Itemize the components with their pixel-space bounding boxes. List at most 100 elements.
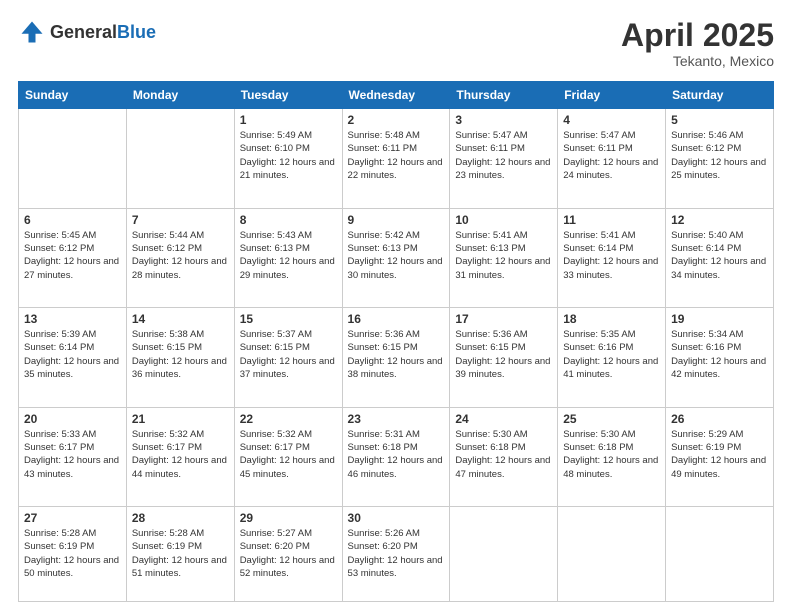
- calendar-location: Tekanto, Mexico: [621, 53, 774, 69]
- col-saturday: Saturday: [666, 82, 774, 109]
- day-info: Sunrise: 5:32 AMSunset: 6:17 PMDaylight:…: [240, 428, 337, 481]
- day-number: 16: [348, 312, 445, 326]
- day-info: Sunrise: 5:40 AMSunset: 6:14 PMDaylight:…: [671, 229, 768, 282]
- col-monday: Monday: [126, 82, 234, 109]
- calendar-cell: 3 Sunrise: 5:47 AMSunset: 6:11 PMDaylight…: [450, 109, 558, 208]
- calendar-cell: 5 Sunrise: 5:46 AMSunset: 6:12 PMDaylight…: [666, 109, 774, 208]
- day-number: 22: [240, 412, 337, 426]
- day-number: 2: [348, 113, 445, 127]
- col-sunday: Sunday: [19, 82, 127, 109]
- calendar-cell: 10 Sunrise: 5:41 AMSunset: 6:13 PMDayligh…: [450, 208, 558, 307]
- day-info: Sunrise: 5:48 AMSunset: 6:11 PMDaylight:…: [348, 129, 445, 182]
- title-block: April 2025 Tekanto, Mexico: [621, 18, 774, 69]
- day-number: 25: [563, 412, 660, 426]
- day-number: 1: [240, 113, 337, 127]
- day-info: Sunrise: 5:38 AMSunset: 6:15 PMDaylight:…: [132, 328, 229, 381]
- calendar-cell: 30 Sunrise: 5:26 AMSunset: 6:20 PMDayligh…: [342, 507, 450, 602]
- calendar-cell: 9Sunrise: 5:42 AMSunset: 6:13 PMDaylight…: [342, 208, 450, 307]
- day-number: 11: [563, 213, 660, 227]
- col-wednesday: Wednesday: [342, 82, 450, 109]
- day-number: 15: [240, 312, 337, 326]
- calendar-cell: 11 Sunrise: 5:41 AMSunset: 6:14 PMDayligh…: [558, 208, 666, 307]
- day-number: 30: [348, 511, 445, 525]
- day-info: Sunrise: 5:35 AMSunset: 6:16 PMDaylight:…: [563, 328, 660, 381]
- day-number: 9: [348, 213, 445, 227]
- calendar-cell: 21Sunrise: 5:32 AMSunset: 6:17 PMDayligh…: [126, 407, 234, 506]
- calendar-table: Sunday Monday Tuesday Wednesday Thursday…: [18, 81, 774, 602]
- calendar-cell: 20 Sunrise: 5:33 AMSunset: 6:17 PMDayligh…: [19, 407, 127, 506]
- day-number: 18: [563, 312, 660, 326]
- day-info: Sunrise: 5:27 AMSunset: 6:20 PMDaylight:…: [240, 527, 337, 580]
- calendar-cell: 15 Sunrise: 5:37 AMSunset: 6:15 PMDayligh…: [234, 308, 342, 407]
- day-number: 29: [240, 511, 337, 525]
- day-number: 6: [24, 213, 121, 227]
- calendar-cell: [558, 507, 666, 602]
- calendar-cell: 19Sunrise: 5:34 AMSunset: 6:16 PMDayligh…: [666, 308, 774, 407]
- day-number: 17: [455, 312, 552, 326]
- day-info: Sunrise: 5:46 AMSunset: 6:12 PMDaylight:…: [671, 129, 768, 182]
- day-info: Sunrise: 5:44 AMSunset: 6:12 PMDaylight:…: [132, 229, 229, 282]
- calendar-week-5: 27 Sunrise: 5:28 AMSunset: 6:19 PMDayligh…: [19, 507, 774, 602]
- calendar-title: April 2025: [621, 18, 774, 53]
- day-info: Sunrise: 5:33 AMSunset: 6:17 PMDaylight:…: [24, 428, 121, 481]
- calendar-cell: 24Sunrise: 5:30 AMSunset: 6:18 PMDayligh…: [450, 407, 558, 506]
- calendar-cell: 28Sunrise: 5:28 AMSunset: 6:19 PMDayligh…: [126, 507, 234, 602]
- day-info: Sunrise: 5:41 AMSunset: 6:14 PMDaylight:…: [563, 229, 660, 282]
- header-row: Sunday Monday Tuesday Wednesday Thursday…: [19, 82, 774, 109]
- day-info: Sunrise: 5:37 AMSunset: 6:15 PMDaylight:…: [240, 328, 337, 381]
- calendar-week-4: 20 Sunrise: 5:33 AMSunset: 6:17 PMDayligh…: [19, 407, 774, 506]
- day-info: Sunrise: 5:32 AMSunset: 6:17 PMDaylight:…: [132, 428, 229, 481]
- day-number: 12: [671, 213, 768, 227]
- calendar-cell: 18 Sunrise: 5:35 AMSunset: 6:16 PMDayligh…: [558, 308, 666, 407]
- day-info: Sunrise: 5:41 AMSunset: 6:13 PMDaylight:…: [455, 229, 552, 282]
- day-number: 3: [455, 113, 552, 127]
- day-info: Sunrise: 5:47 AMSunset: 6:11 PMDaylight:…: [455, 129, 552, 182]
- day-number: 23: [348, 412, 445, 426]
- calendar-cell: [19, 109, 127, 208]
- day-number: 24: [455, 412, 552, 426]
- calendar-cell: 29 Sunrise: 5:27 AMSunset: 6:20 PMDayligh…: [234, 507, 342, 602]
- day-number: 8: [240, 213, 337, 227]
- day-number: 27: [24, 511, 121, 525]
- calendar-cell: 4 Sunrise: 5:47 AMSunset: 6:11 PMDaylight…: [558, 109, 666, 208]
- day-number: 13: [24, 312, 121, 326]
- calendar-cell: [450, 507, 558, 602]
- day-info: Sunrise: 5:36 AMSunset: 6:15 PMDaylight:…: [455, 328, 552, 381]
- page: GeneralBlue April 2025 Tekanto, Mexico S…: [0, 0, 792, 612]
- day-info: Sunrise: 5:49 AMSunset: 6:10 PMDaylight:…: [240, 129, 337, 182]
- day-number: 20: [24, 412, 121, 426]
- calendar-cell: 16 Sunrise: 5:36 AMSunset: 6:15 PMDayligh…: [342, 308, 450, 407]
- calendar-cell: 26Sunrise: 5:29 AMSunset: 6:19 PMDayligh…: [666, 407, 774, 506]
- calendar-cell: 12 Sunrise: 5:40 AMSunset: 6:14 PMDayligh…: [666, 208, 774, 307]
- day-number: 19: [671, 312, 768, 326]
- col-friday: Friday: [558, 82, 666, 109]
- calendar-cell: 27 Sunrise: 5:28 AMSunset: 6:19 PMDayligh…: [19, 507, 127, 602]
- day-info: Sunrise: 5:31 AMSunset: 6:18 PMDaylight:…: [348, 428, 445, 481]
- calendar-cell: [666, 507, 774, 602]
- calendar-cell: 2 Sunrise: 5:48 AMSunset: 6:11 PMDaylight…: [342, 109, 450, 208]
- col-thursday: Thursday: [450, 82, 558, 109]
- calendar-cell: 22 Sunrise: 5:32 AMSunset: 6:17 PMDayligh…: [234, 407, 342, 506]
- day-info: Sunrise: 5:47 AMSunset: 6:11 PMDaylight:…: [563, 129, 660, 182]
- day-number: 5: [671, 113, 768, 127]
- day-number: 7: [132, 213, 229, 227]
- day-info: Sunrise: 5:39 AMSunset: 6:14 PMDaylight:…: [24, 328, 121, 381]
- day-info: Sunrise: 5:26 AMSunset: 6:20 PMDaylight:…: [348, 527, 445, 580]
- calendar-week-1: 1 Sunrise: 5:49 AMSunset: 6:10 PMDaylight…: [19, 109, 774, 208]
- calendar-cell: 1 Sunrise: 5:49 AMSunset: 6:10 PMDaylight…: [234, 109, 342, 208]
- day-info: Sunrise: 5:30 AMSunset: 6:18 PMDaylight:…: [563, 428, 660, 481]
- day-info: Sunrise: 5:36 AMSunset: 6:15 PMDaylight:…: [348, 328, 445, 381]
- day-info: Sunrise: 5:29 AMSunset: 6:19 PMDaylight:…: [671, 428, 768, 481]
- day-number: 14: [132, 312, 229, 326]
- day-number: 10: [455, 213, 552, 227]
- calendar-week-3: 13 Sunrise: 5:39 AMSunset: 6:14 PMDayligh…: [19, 308, 774, 407]
- day-number: 4: [563, 113, 660, 127]
- col-tuesday: Tuesday: [234, 82, 342, 109]
- calendar-cell: 7 Sunrise: 5:44 AMSunset: 6:12 PMDaylight…: [126, 208, 234, 307]
- calendar-cell: 17 Sunrise: 5:36 AMSunset: 6:15 PMDayligh…: [450, 308, 558, 407]
- day-info: Sunrise: 5:28 AMSunset: 6:19 PMDaylight:…: [24, 527, 121, 580]
- day-info: Sunrise: 5:28 AMSunset: 6:19 PMDaylight:…: [132, 527, 229, 580]
- calendar-cell: [126, 109, 234, 208]
- calendar-cell: 13 Sunrise: 5:39 AMSunset: 6:14 PMDayligh…: [19, 308, 127, 407]
- calendar-cell: 8Sunrise: 5:43 AMSunset: 6:13 PMDaylight…: [234, 208, 342, 307]
